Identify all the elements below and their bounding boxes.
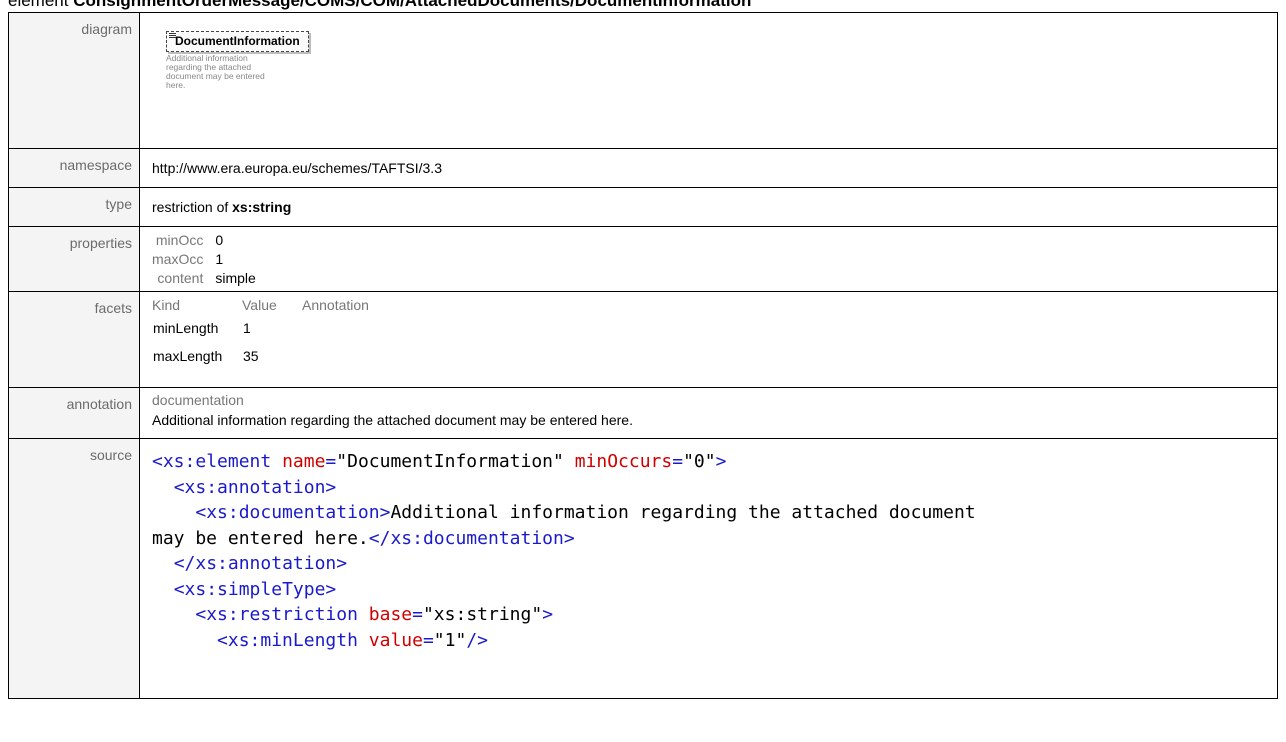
- annotation-row: annotation documentation Additional info…: [8, 387, 1278, 439]
- src-documentation-tag: xs:documentation: [206, 502, 380, 523]
- facets-row: facets Kind Value Annotation minLength 1…: [8, 291, 1278, 388]
- source-row: source <xs:element name="DocumentInforma…: [8, 438, 1278, 699]
- src-documentation-text-2: may be entered here.: [152, 527, 369, 549]
- facets-label: facets: [8, 291, 140, 388]
- src-element-tag: xs:element: [162, 451, 272, 472]
- src-simpletype-tag: xs:simpleType: [184, 578, 326, 600]
- facet-value: 1: [243, 320, 251, 336]
- namespace-cell: http://www.era.europa.eu/schemes/TAFTSI/…: [139, 148, 1278, 188]
- facet-annotation: [302, 342, 422, 370]
- type-prefix: restriction of: [152, 199, 233, 215]
- annotation-label: annotation: [8, 387, 140, 439]
- facet-annotation: [302, 314, 422, 342]
- properties-list: minOcc 0 maxOcc 1 content simple: [152, 227, 1277, 288]
- diagram-cell: DocumentInformation Additional informati…: [139, 12, 1278, 149]
- type-base[interactable]: xs:string: [232, 199, 291, 215]
- property-key: content: [157, 270, 204, 286]
- namespace-label: namespace: [8, 148, 140, 188]
- property-value: 1: [215, 251, 224, 267]
- src-minlength-value: "1": [433, 629, 467, 651]
- properties-cell: minOcc 0 maxOcc 1 content simple: [139, 226, 1278, 292]
- element-doc-table: diagram DocumentInformation Additional i…: [8, 12, 1278, 699]
- src-minlength-tag: xs:minLength: [227, 629, 358, 651]
- diagram-label: diagram: [8, 12, 140, 149]
- facet-header-value: Value: [242, 297, 277, 313]
- element-path: ConsignmentOrderMessage/COMS/COM/Attache…: [73, 0, 752, 10]
- src-base-value: "xs:string": [422, 604, 543, 625]
- properties-label: properties: [8, 226, 140, 292]
- type-label: type: [8, 187, 140, 227]
- annotation-cell: documentation Additional information reg…: [139, 387, 1278, 439]
- src-minoccurs-value: "0": [683, 451, 716, 472]
- src-name-attr: name: [282, 451, 326, 472]
- namespace-value: http://www.era.europa.eu/schemes/TAFTSI/…: [152, 160, 442, 176]
- type-row: type restriction of xs:string: [8, 187, 1278, 227]
- facets-table: Kind Value Annotation minLength 1 maxLen…: [152, 292, 1277, 370]
- element-lines-icon: [169, 33, 176, 40]
- src-value-attr: value: [368, 629, 423, 651]
- facet-kind: minLength: [153, 320, 219, 336]
- diagram-element-title: DocumentInformation: [175, 34, 300, 48]
- namespace-row: namespace http://www.era.europa.eu/schem…: [8, 148, 1278, 188]
- src-restriction-tag: xs:restriction: [206, 604, 358, 625]
- property-key: minOcc: [155, 232, 204, 248]
- diagram-note: Additional information regarding the att…: [166, 53, 265, 90]
- annotation-text: Additional information regarding the att…: [152, 412, 633, 428]
- property-value: 0: [215, 232, 224, 248]
- facet-kind: maxLength: [153, 348, 223, 364]
- src-documentation-close: xs:documentation: [390, 527, 564, 549]
- src-annotation-tag: xs:annotation: [184, 476, 326, 498]
- source-cell: <xs:element name="DocumentInformation" m…: [139, 438, 1278, 699]
- src-name-value: "DocumentInformation": [336, 451, 564, 472]
- src-minoccurs-attr: minOccurs: [574, 451, 673, 472]
- type-cell: restriction of xs:string: [139, 187, 1278, 227]
- diagram-row: diagram DocumentInformation Additional i…: [8, 12, 1278, 149]
- properties-row: properties minOcc 0 maxOcc 1 content simple: [8, 226, 1278, 292]
- diagram-element-box[interactable]: DocumentInformation: [166, 31, 309, 52]
- facet-value: 35: [243, 348, 259, 364]
- annotation-heading: documentation: [152, 392, 244, 408]
- property-key: maxOcc: [152, 251, 204, 267]
- src-base-attr: base: [368, 604, 413, 625]
- src-documentation-text-1: Additional information regarding the att…: [390, 502, 976, 523]
- source-label: source: [8, 438, 140, 699]
- facet-header-annotation: Annotation: [302, 297, 369, 313]
- src-annotation-close: xs:annotation: [195, 553, 337, 574]
- heading-prefix: element: [8, 0, 74, 10]
- page-heading: element ConsignmentOrderMessage/COMS/COM…: [8, 0, 751, 12]
- property-value: simple: [215, 270, 256, 286]
- facet-header-kind: Kind: [152, 297, 181, 313]
- facets-cell: Kind Value Annotation minLength 1 maxLen…: [139, 291, 1278, 388]
- source-code: <xs:element name="DocumentInformation" m…: [152, 451, 976, 651]
